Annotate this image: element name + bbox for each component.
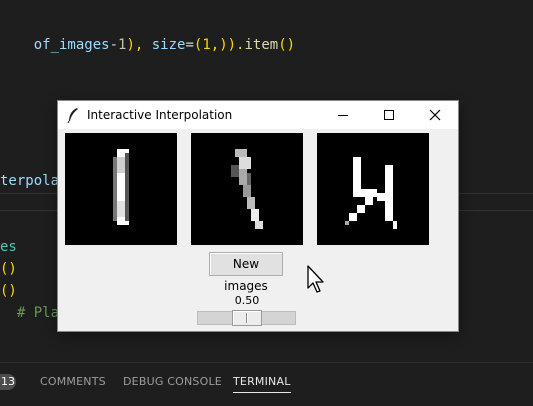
code-line: of_images-1), size=(1,)).item(): [0, 18, 295, 72]
minimize-button[interactable]: [320, 101, 366, 129]
code-token: (): [278, 37, 296, 53]
code-line: (): [0, 283, 17, 299]
new-images-button[interactable]: New images: [209, 252, 283, 293]
code-token: ).: [227, 37, 245, 53]
code-line: terpola: [0, 173, 60, 189]
bottom-panel: 13 COMMENTS DEBUG CONSOLE TERMINAL: [0, 362, 533, 406]
maximize-button[interactable]: [366, 101, 412, 129]
tab-terminal[interactable]: TERMINAL: [233, 375, 291, 393]
code-token: item: [244, 37, 279, 53]
maximize-icon: [384, 110, 394, 120]
close-icon: [429, 109, 441, 121]
interpolated-image: [191, 133, 303, 245]
mouse-cursor-icon: [307, 265, 324, 293]
tab-debug-console[interactable]: DEBUG CONSOLE: [123, 375, 222, 388]
digit-image-left: [65, 133, 177, 245]
code-line: es: [0, 239, 17, 255]
minimize-icon: [338, 115, 348, 116]
digit-one-image: [113, 149, 129, 225]
code-token: (1,): [193, 37, 228, 53]
interpolated-digit-image: [231, 149, 263, 229]
feather-icon: [67, 108, 78, 123]
code-line: (): [0, 261, 17, 277]
slider-handle[interactable]: [231, 310, 262, 326]
window-titlebar[interactable]: Interactive Interpolation: [58, 101, 458, 129]
digit-four-image: [345, 157, 397, 229]
code-token: ),: [126, 37, 152, 53]
window-title: Interactive Interpolation: [87, 108, 233, 122]
code-token: size: [151, 37, 186, 53]
code-token: of_images: [33, 37, 110, 53]
slider-value-label: 0.50: [234, 294, 260, 307]
digit-image-right: [317, 133, 429, 245]
close-button[interactable]: [412, 101, 458, 129]
code-token: -: [109, 37, 119, 53]
tab-comments[interactable]: COMMENTS: [40, 375, 106, 388]
problems-count-badge[interactable]: 13: [0, 374, 16, 390]
window-content: New images 0.50: [58, 129, 458, 331]
code-token: =: [185, 37, 194, 53]
interpolation-window: Interactive Interpolation New images 0.5…: [58, 101, 458, 331]
